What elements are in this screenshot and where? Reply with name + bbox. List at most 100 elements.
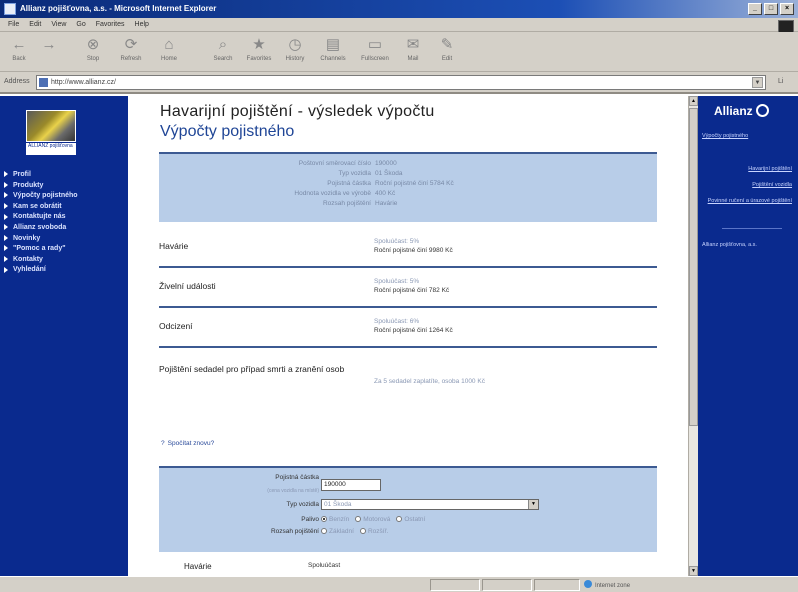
page-icon [39, 78, 48, 87]
favorites-icon: ★ [252, 36, 266, 53]
scope-option-2[interactable]: Rozšíř. [359, 528, 389, 535]
result-row-zivelni: Živelní události Spoluúčast: 5% Roční po… [159, 272, 657, 308]
right-sidebar: Allianz Výpočty pojistného Havarijní poj… [698, 96, 798, 576]
vehicle-label: Typ vozidla [286, 501, 319, 508]
menu-help[interactable]: Help [135, 18, 149, 31]
toolbar: ← Back → ⊗ Stop ⟳ Refresh ⌂ Home ⌕ Search ★ Fa… [0, 32, 798, 72]
nav-item-pomoc[interactable]: "Pomoc a rady" [4, 244, 126, 255]
status-pane [430, 579, 480, 591]
radio-icon[interactable] [359, 528, 366, 534]
radio-icon[interactable] [355, 516, 362, 522]
fuel-option-ostatni[interactable]: Ostatní [396, 516, 425, 523]
search-icon: ⌕ [218, 36, 228, 53]
back-arrow-icon: ← [11, 36, 27, 53]
summary-value: 400 Kč [375, 190, 396, 197]
window-title-bar: Allianz pojišťovna, a.s. - Microsoft Int… [0, 0, 798, 18]
address-url: http://www.allianz.cz/ [51, 79, 116, 86]
fuel-option-benzin[interactable]: Benzín [321, 516, 349, 523]
allianz-logo[interactable]: Allianz [714, 104, 769, 118]
history-icon: ◷ [288, 36, 302, 53]
search-button[interactable]: ⌕ Search [208, 34, 238, 70]
address-input[interactable]: http://www.allianz.cz/ ▼ [36, 75, 766, 90]
stop-button[interactable]: ⊗ Stop [78, 34, 108, 70]
refresh-icon: ⟳ [124, 36, 138, 53]
nav-item-vyhledani[interactable]: Vyhledání [4, 265, 126, 276]
nav-item-profil[interactable]: Profil [4, 170, 126, 181]
chevron-down-icon[interactable]: ▼ [528, 500, 538, 509]
fuel-radio-group: Benzín Motorová Ostatní [321, 516, 425, 523]
status-pane [534, 579, 580, 591]
menu-file[interactable]: File [8, 18, 19, 31]
question-icon: ? [161, 440, 165, 447]
history-button[interactable]: ◷ History [280, 34, 310, 70]
links-label[interactable]: Li [778, 78, 783, 85]
calculation-form: Pojistná částka (cena vozidla na místě) … [159, 466, 657, 552]
forward-button[interactable]: → [34, 34, 64, 70]
summary-row: Rozsah pojištění Havárie [159, 199, 657, 208]
scroll-up-icon[interactable]: ▲ [689, 96, 698, 106]
nav-item-allianz[interactable]: Allianz svoboda [4, 223, 126, 234]
menu-favorites[interactable]: Favorites [96, 18, 125, 31]
menu-go[interactable]: Go [76, 18, 85, 31]
menu-edit[interactable]: Edit [29, 18, 41, 31]
insured-sum-input[interactable]: 190000 [321, 479, 381, 491]
back-button[interactable]: ← Back [4, 34, 34, 70]
vertical-scrollbar[interactable]: ▲ ▼ [688, 96, 698, 576]
chevron-down-icon[interactable]: ▼ [752, 77, 763, 88]
close-button[interactable]: × [780, 3, 794, 15]
refresh-button[interactable]: ⟳ Refresh [116, 34, 146, 70]
result-detail: Roční pojistné činí 1264 Kč [374, 327, 453, 334]
internet-explorer-icon [4, 3, 16, 15]
arrow-right-icon [4, 224, 8, 231]
mail-button[interactable]: ✉ Mail [398, 34, 428, 70]
fullscreen-button[interactable]: ▭ Fullscreen [360, 34, 390, 70]
nav-item-novinky[interactable]: Novinky [4, 234, 126, 245]
nav-item-kontakty[interactable]: Kontaktujte nás [4, 212, 126, 223]
menu-view[interactable]: View [51, 18, 66, 31]
result-status: Spoluúčast: 6% [374, 318, 420, 325]
result-name: Živelní události [159, 281, 216, 291]
nav-item-kam-se-obratit[interactable]: Kam se obrátit [4, 202, 126, 213]
edit-icon: ✎ [440, 36, 454, 53]
fuel-label: Palivo [301, 516, 319, 523]
radio-selected-icon[interactable] [321, 516, 327, 522]
favorites-button[interactable]: ★ Favorites [244, 34, 274, 70]
address-label: Address [4, 78, 30, 85]
sidebar-heading-link[interactable]: Výpočty pojistného [702, 133, 748, 139]
nav-item-kontakty-2[interactable]: Kontakty [4, 255, 126, 266]
vehicle-type-select[interactable]: 01 Škoda ▼ [321, 499, 539, 510]
page-title: Havarijní pojištění - výsledek výpočtu [160, 103, 435, 120]
maximize-button[interactable]: □ [764, 3, 778, 15]
sidebar-link-havarijni[interactable]: Havarijní pojištění [748, 166, 792, 172]
sidebar-link-povinne-ruceni[interactable]: Povinné ručení a úrazové pojištění [702, 198, 792, 204]
sidebar-company-link[interactable]: Allianz pojišťovna, a.s. [702, 242, 757, 248]
scope-option-1[interactable]: Základní [321, 528, 354, 535]
summary-row: Poštovní směrovací číslo 190000 [159, 159, 657, 168]
radio-icon[interactable] [321, 528, 327, 534]
summary-row: Typ vozidla 01 Škoda [159, 169, 657, 178]
radio-icon[interactable] [396, 516, 403, 522]
arrow-right-icon [4, 171, 8, 178]
address-bar: Address http://www.allianz.cz/ ▼ Li [0, 72, 798, 94]
sidebar-link-vozidla[interactable]: Pojištění vozidla [752, 182, 792, 188]
summary-row: Hodnota vozidla ve výrobě 400 Kč [159, 189, 657, 198]
edit-button[interactable]: ✎ Edit [432, 34, 462, 70]
scope-radio-group: Základní Rozšíř. [321, 528, 389, 535]
minimize-button[interactable]: _ [748, 3, 762, 15]
channels-button[interactable]: ▤ Channels [318, 34, 348, 70]
result-row-odcizeni: Odcizení Spoluúčast: 6% Roční pojistné č… [159, 312, 657, 348]
summary-panel: Poštovní směrovací číslo 190000 Typ vozi… [159, 152, 657, 222]
scroll-down-icon[interactable]: ▼ [689, 566, 698, 576]
result-row-havarie: Havárie Spoluúčast: 5% Roční pojistné či… [159, 232, 657, 268]
arrow-right-icon [4, 192, 8, 199]
scroll-thumb[interactable] [689, 108, 698, 426]
nav-item-vypocty[interactable]: Výpočty pojistného [4, 191, 126, 202]
recalculate-link[interactable]: ? Spočítat znovu? [161, 440, 214, 447]
fuel-option-motorova[interactable]: Motorová [355, 516, 390, 523]
nav-item-produkty[interactable]: Produkty [4, 181, 126, 192]
summary-value: Roční pojistné činí 5784 Kč [375, 180, 454, 187]
summary-value: Havárie [375, 200, 398, 207]
summary-label: Rozsah pojištění [322, 200, 371, 207]
result-status: Spoluúčast: 5% [374, 278, 420, 285]
home-button[interactable]: ⌂ Home [154, 34, 184, 70]
